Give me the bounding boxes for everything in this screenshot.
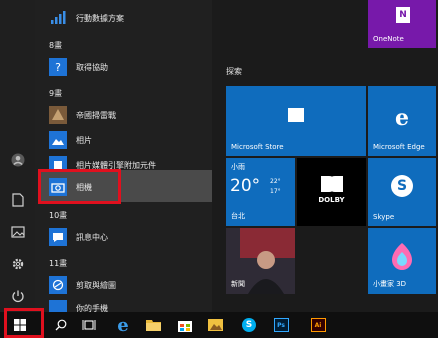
tile-onenote[interactable]: N OneNote bbox=[368, 0, 436, 48]
app-item-your-phone[interactable]: 你的手機 bbox=[49, 300, 108, 312]
skype-icon: S bbox=[391, 175, 413, 197]
start-menu-rail bbox=[0, 0, 35, 312]
tile-news[interactable]: 新聞 bbox=[226, 228, 295, 294]
illustrator-taskbar-button[interactable]: Ai bbox=[305, 312, 331, 338]
section-header[interactable]: 11畫 bbox=[49, 258, 67, 269]
tile-paint3d[interactable]: 小畫家 3D bbox=[368, 228, 436, 294]
weather-high: 22° bbox=[270, 178, 281, 185]
tile-area: 探索 N OneNote Microsoft Store e Microsoft… bbox=[212, 0, 438, 312]
weather-city: 台北 bbox=[231, 212, 245, 220]
game-icon bbox=[49, 106, 67, 124]
app-item-get-help[interactable]: ? 取得協助 bbox=[49, 56, 108, 78]
section-header[interactable]: 10畫 bbox=[49, 210, 67, 221]
settings-icon[interactable] bbox=[0, 252, 35, 276]
edge-icon: e bbox=[395, 104, 409, 131]
paint3d-icon bbox=[392, 243, 412, 270]
user-icon[interactable] bbox=[0, 148, 35, 172]
app-item-photos[interactable]: 相片 bbox=[49, 129, 92, 151]
power-icon[interactable] bbox=[0, 284, 35, 308]
tile-dolby[interactable]: DOLBY bbox=[297, 158, 366, 226]
weather-condition: 小雨 bbox=[231, 163, 245, 171]
skype-taskbar-button[interactable]: S bbox=[236, 312, 262, 338]
app-item-mobile-plans[interactable]: 行動數據方案 bbox=[49, 7, 124, 29]
app-label: 帝國掃雷戰 bbox=[76, 110, 116, 120]
app-item-action-center[interactable]: 訊息中心 bbox=[49, 226, 108, 248]
skype-icon: S bbox=[242, 318, 256, 332]
photos-taskbar-button[interactable] bbox=[202, 312, 228, 338]
document-icon[interactable] bbox=[0, 188, 35, 212]
store-icon bbox=[178, 321, 192, 332]
app-label: 你的手機 bbox=[76, 304, 108, 312]
edge-icon: e bbox=[117, 314, 129, 336]
folder-icon bbox=[145, 320, 161, 331]
help-icon: ? bbox=[49, 58, 67, 76]
photoshop-taskbar-button[interactable]: Ps bbox=[268, 312, 294, 338]
app-item-minesweeper[interactable]: 帝國掃雷戰 bbox=[49, 104, 116, 126]
photos-icon bbox=[207, 319, 223, 331]
section-header[interactable]: 9畫 bbox=[49, 88, 62, 99]
photo-icon bbox=[49, 131, 67, 149]
taskbar: e S Ps Ai bbox=[0, 308, 438, 338]
tile-microsoft-edge[interactable]: e Microsoft Edge bbox=[368, 86, 436, 156]
store-taskbar-button[interactable] bbox=[172, 312, 198, 338]
signal-icon bbox=[49, 9, 67, 27]
message-icon bbox=[49, 228, 67, 246]
app-label: 訊息中心 bbox=[76, 232, 108, 242]
highlight-box-start bbox=[4, 308, 44, 338]
search-icon bbox=[55, 319, 67, 331]
tile-label: Microsoft Edge bbox=[373, 143, 425, 151]
highlight-box-camera bbox=[38, 169, 121, 204]
dolby-label: DOLBY bbox=[318, 196, 345, 204]
tile-label: Microsoft Store bbox=[231, 143, 284, 151]
edge-taskbar-button[interactable]: e bbox=[110, 312, 136, 338]
app-label: 剪取與繪圖 bbox=[76, 280, 116, 290]
phone-icon bbox=[49, 300, 67, 312]
tile-weather[interactable]: 小雨 20° 22° 17° 台北 bbox=[226, 158, 295, 226]
dolby-icon bbox=[321, 176, 343, 192]
tile-label: 新聞 bbox=[231, 280, 245, 288]
snip-icon bbox=[49, 276, 67, 294]
app-item-snip-sketch[interactable]: 剪取與繪圖 bbox=[49, 274, 116, 296]
app-label: 行動數據方案 bbox=[76, 13, 124, 23]
store-icon bbox=[288, 108, 304, 122]
app-label: 相片 bbox=[76, 135, 92, 145]
tile-label: 小畫家 3D bbox=[373, 280, 407, 288]
app-label: 取得協助 bbox=[76, 62, 108, 72]
section-header[interactable]: 8畫 bbox=[49, 40, 62, 51]
illustrator-icon: Ai bbox=[310, 318, 326, 332]
tile-microsoft-store[interactable]: Microsoft Store bbox=[226, 86, 366, 156]
photoshop-icon: Ps bbox=[273, 318, 289, 332]
weather-low: 17° bbox=[270, 188, 281, 195]
tile-label: Skype bbox=[373, 213, 395, 221]
weather-temp: 20° bbox=[230, 176, 261, 196]
tile-group-label[interactable]: 探索 bbox=[226, 66, 242, 77]
pictures-icon[interactable] bbox=[0, 220, 35, 244]
onenote-icon: N bbox=[396, 7, 410, 23]
task-view-button[interactable] bbox=[76, 312, 102, 338]
taskview-icon bbox=[82, 320, 96, 330]
tile-label: OneNote bbox=[373, 35, 404, 43]
search-button[interactable] bbox=[48, 312, 74, 338]
tile-skype[interactable]: S Skype bbox=[368, 158, 436, 226]
file-explorer-button[interactable] bbox=[140, 312, 166, 338]
